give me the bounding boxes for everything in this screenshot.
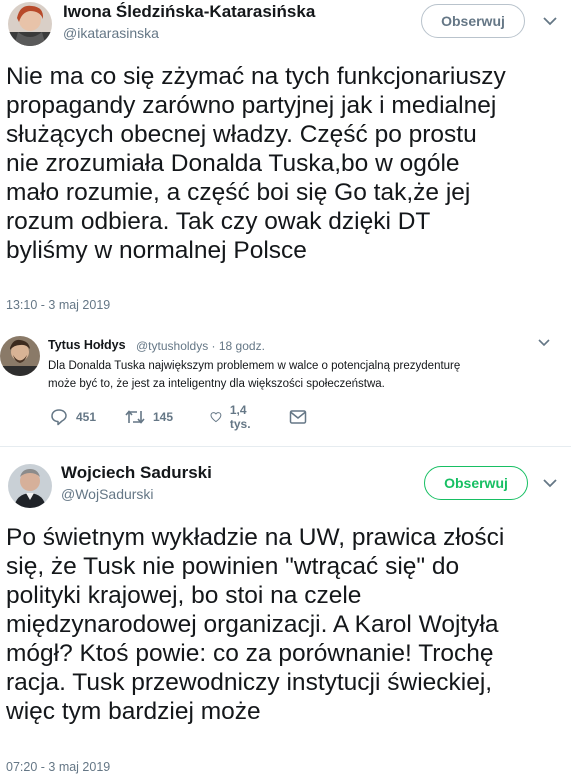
tweet-text-line: rozum odbiera. Tak czy owak dzięki DT (6, 208, 431, 235)
tweet-text-line: polityki krajowej, bo stoi na czele (6, 582, 362, 609)
reply-button[interactable]: 451 (50, 406, 96, 428)
tweet-text-line: nie zrozumiała Donalda Tuska,bo w ogóle (6, 150, 460, 177)
quoted-text-line: Dla Donalda Tuska największym problemem … (48, 360, 461, 372)
chevron-down-icon[interactable] (543, 16, 557, 26)
tweet-text-line: Nie ma co się zżymać na tych funkcjonari… (6, 63, 506, 90)
tweet-text-line: Po świetnym wykładzie na UW, prawica zło… (6, 524, 505, 551)
tweet-text-line: propagandy zarówno partyjnej jak i media… (6, 92, 497, 119)
follow-button[interactable]: Obserwuj (421, 4, 525, 38)
tweet-text-line: racja. Tusk przewodniczy instytucji świe… (6, 669, 493, 696)
retweet-button[interactable]: 145 (125, 406, 173, 428)
avatar-iwona[interactable] (8, 2, 52, 46)
like-count: 1,4 tys. (229, 403, 251, 431)
tweet-text: Nie ma co się zżymać na tych funkcjonari… (6, 62, 566, 265)
retweet-icon (125, 410, 145, 424)
chevron-down-icon[interactable] (543, 478, 557, 488)
tweet-text-line: się, że Tusk nie powinien "wtrącać się" … (6, 553, 460, 580)
tweet-text-line: byliśmy w normalnej Polsce (6, 237, 307, 264)
tweet-divider (0, 446, 571, 447)
tweet-text-line: więc tym bardziej może (6, 698, 261, 725)
quoted-text-line: może być to, że jest za inteligentny dla… (48, 378, 385, 390)
chevron-down-icon[interactable] (537, 336, 551, 350)
retweet-count: 145 (153, 410, 174, 424)
tweet-text-line: służących obecnej władzy. Część po prost… (6, 121, 477, 148)
tweet-text-line: międzynarodowej organizacji. A Karol Woj… (6, 611, 499, 638)
direct-message-button[interactable] (289, 406, 307, 428)
avatar-wojciech[interactable] (8, 464, 52, 508)
tweet-text: Po świetnym wykładzie na UW, prawica zło… (6, 523, 566, 726)
dm-icon (289, 410, 307, 424)
tweet-timestamp[interactable]: 07:20 - 3 maj 2019 (6, 760, 110, 774)
avatar-tytus[interactable] (0, 336, 40, 376)
reply-count: 451 (76, 410, 97, 424)
like-button[interactable]: 1,4 tys. (210, 403, 257, 431)
follow-button[interactable]: Obserwuj (424, 466, 528, 500)
author-handle[interactable]: @WojSadurski (61, 486, 154, 502)
author-name[interactable]: Wojciech Sadurski (61, 463, 212, 483)
author-handle[interactable]: @ikatarasinska (63, 25, 159, 41)
quoted-author-handle-time[interactable]: @tytusholdys · 18 godz. (136, 339, 265, 353)
reply-icon (51, 409, 67, 426)
like-icon (210, 412, 222, 423)
tweet-text-line: mało rozumie, a część boi się Go tak,że … (6, 179, 471, 206)
author-name[interactable]: Iwona Śledzińska-Katarasińska (63, 2, 315, 22)
quoted-tweet-text: Dla Donalda Tuska największym problemem … (48, 357, 460, 393)
tweet-text-line: mógł? Ktoś powie: co za porównanie! Troc… (6, 640, 494, 667)
tweet-timestamp[interactable]: 13:10 - 3 maj 2019 (6, 298, 110, 312)
quoted-author-name[interactable]: Tytus Hołdys (48, 338, 126, 352)
